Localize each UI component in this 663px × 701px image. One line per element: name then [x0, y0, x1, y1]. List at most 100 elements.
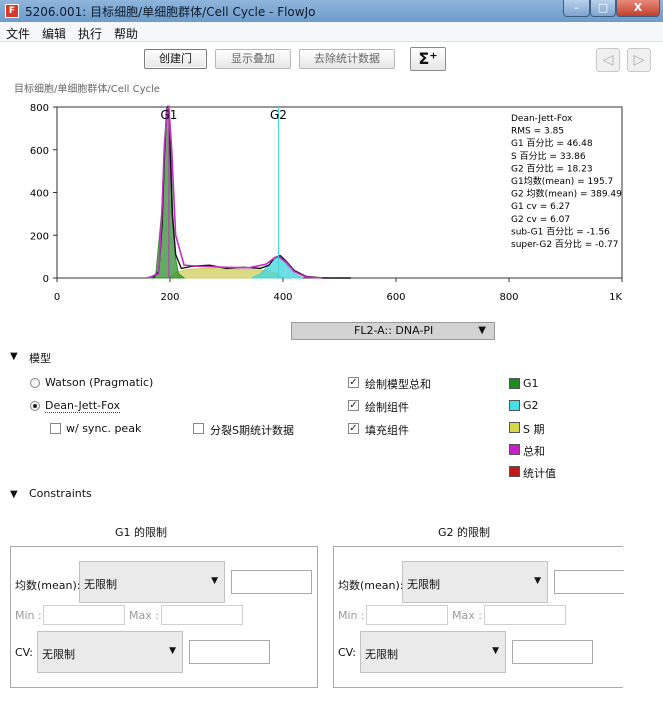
g1-min-label: Min :	[15, 609, 42, 622]
peak-label-g2: G2	[270, 108, 287, 122]
menu-bar: 文件 编辑 执行 帮助	[0, 22, 663, 42]
x-tick-label: 200	[160, 292, 179, 303]
legend-label: 总和	[523, 445, 545, 458]
g1-cv-input[interactable]	[189, 640, 270, 664]
plot-components-label: 绘制组件	[365, 401, 409, 414]
window-title: 5206.001: 目标细胞/单细胞群体/Cell Cycle - FlowJo	[25, 5, 316, 19]
flowjo-app-icon[interactable]: F	[5, 4, 19, 18]
g1-max-label: Max :	[129, 609, 159, 622]
x-tick-label: 1K	[609, 292, 622, 303]
fit-statistic-line: G2 cv = 6.07	[511, 215, 570, 225]
watson-model-label: Watson (Pragmatic)	[45, 376, 154, 389]
show-overlay-button[interactable]: 显示叠加	[215, 49, 291, 69]
legend-label: G1	[523, 377, 539, 390]
g1-constraints-panel: 均数(mean): 无限制 ▼ Min : Max : CV: 无限制 ▼	[10, 546, 318, 688]
legend-swatch	[509, 422, 520, 433]
constraints-section-toggle-icon[interactable]: ▼	[10, 489, 18, 500]
split-s-phase-label: 分裂S期统计数据	[210, 424, 294, 437]
x-axis-parameter-select[interactable]: FL2-A:: DNA-PI ▼	[291, 322, 495, 340]
g1-cv-label: CV:	[15, 646, 34, 659]
y-tick-label: 200	[30, 231, 49, 242]
g2-cv-label: CV:	[338, 646, 357, 659]
constraints-section-title: Constraints	[29, 487, 92, 500]
minimize-button[interactable]: –	[563, 0, 590, 17]
x-tick-label: 400	[273, 292, 292, 303]
g2-cv-value: 无限制	[365, 648, 398, 661]
fill-components-checkbox[interactable]: ✓	[348, 423, 359, 434]
create-gate-button[interactable]: 创建门	[144, 49, 207, 69]
g2-max-input[interactable]	[484, 605, 566, 625]
g1-min-input[interactable]	[43, 605, 125, 625]
g2-constraints-title: G2 的限制	[438, 526, 491, 539]
g2-max-label: Max :	[452, 609, 482, 622]
fit-statistic-line: super-G2 百分比 = -0.77	[511, 238, 618, 250]
chevron-down-icon: ▼	[534, 576, 541, 586]
watson-model-radio[interactable]	[30, 378, 40, 388]
fit-statistic-line: Dean-Jett-Fox	[511, 114, 573, 124]
close-button[interactable]: X	[616, 0, 660, 17]
g2-cv-input[interactable]	[512, 640, 593, 664]
add-statistic-sigma-button[interactable]: Σ⁺	[410, 47, 446, 71]
menu-help[interactable]: 帮助	[114, 25, 138, 42]
g2-mean-input[interactable]	[554, 570, 624, 594]
sync-peak-checkbox[interactable]	[50, 423, 61, 434]
g2-min-label: Min :	[338, 609, 365, 622]
legend-swatch	[509, 378, 520, 389]
g1-mean-value: 无限制	[84, 578, 117, 591]
menu-file[interactable]: 文件	[6, 25, 30, 42]
dropdown-arrow-icon: ▼	[478, 325, 486, 336]
fill-components-label: 填充组件	[365, 424, 409, 437]
y-tick-label: 600	[30, 146, 49, 157]
histogram-svg: G1 G2 0 200 400 600 800 0 200 400 600 800 1K Dean-Jet…	[30, 103, 623, 303]
maximize-button[interactable]: □	[590, 0, 616, 17]
legend-swatch	[509, 466, 520, 477]
fit-statistic-line: G2 百分比 = 18.23	[511, 162, 593, 174]
toolbar: 创建门 显示叠加 去除统计数据 Σ⁺ ◁ ▷	[0, 42, 663, 78]
menu-edit[interactable]: 编辑	[42, 25, 66, 42]
x-tick-label: 0	[54, 292, 60, 303]
previous-population-button[interactable]: ◁	[596, 48, 620, 72]
g1-cv-value: 无限制	[42, 648, 75, 661]
next-population-button[interactable]: ▷	[627, 48, 651, 72]
plot-components-checkbox[interactable]: ✓	[348, 400, 359, 411]
y-tick-label: 0	[43, 274, 49, 285]
model-section-toggle-icon[interactable]: ▼	[10, 351, 18, 362]
fit-statistic-line: G1 百分比 = 46.48	[511, 137, 593, 149]
fit-statistic-line: RMS = 3.85	[511, 127, 564, 137]
g2-min-input[interactable]	[366, 605, 448, 625]
dean-jett-fox-model-label: Dean-Jett-Fox	[45, 399, 120, 413]
chevron-down-icon: ▼	[211, 576, 218, 586]
peak-label-g1: G1	[160, 108, 177, 122]
fit-statistic-line: S 百分比 = 33.86	[511, 150, 586, 162]
g2-mean-dropdown[interactable]: 无限制 ▼	[402, 561, 548, 603]
chevron-down-icon: ▼	[492, 646, 499, 656]
g2-constraints-panel: 均数(mean): 无限制 ▼ Min : Max : CV: 无限制 ▼	[333, 546, 624, 688]
legend-label: S 期	[523, 423, 545, 436]
title-bar: F 5206.001: 目标细胞/单细胞群体/Cell Cycle - Flow…	[0, 0, 663, 23]
x-axis-parameter-value: FL2-A:: DNA-PI	[354, 324, 434, 337]
fit-statistic-line: G2 均数(mean) = 389.49	[511, 188, 622, 200]
legend-swatch	[509, 444, 520, 455]
g2-mean-value: 无限制	[407, 578, 440, 591]
plot-model-sum-checkbox[interactable]: ✓	[348, 377, 359, 388]
fit-statistic-line: sub-G1 百分比 = -1.56	[511, 225, 610, 237]
g1-mean-dropdown[interactable]: 无限制 ▼	[79, 561, 225, 603]
g2-mean-label: 均数(mean):	[338, 579, 404, 592]
menu-run[interactable]: 执行	[78, 25, 102, 42]
y-tick-label: 800	[30, 103, 49, 114]
dean-jett-fox-model-radio[interactable]	[30, 401, 40, 411]
g1-max-input[interactable]	[161, 605, 243, 625]
g1-mean-label: 均数(mean):	[15, 579, 81, 592]
remove-statistics-button[interactable]: 去除统计数据	[299, 49, 395, 69]
g1-cv-dropdown[interactable]: 无限制 ▼	[37, 631, 183, 673]
split-s-phase-checkbox[interactable]	[193, 423, 204, 434]
g1-mean-input[interactable]	[231, 570, 312, 594]
breadcrumb: 目标细胞/单细胞群体/Cell Cycle	[14, 84, 160, 95]
cell-cycle-chart: G1 G2 0 200 400 600 800 0 200 400 600 800 1K Dean-Jet…	[0, 95, 663, 315]
legend-label: 统计值	[523, 467, 556, 480]
legend-swatch	[509, 400, 520, 411]
plot-model-sum-label: 绘制模型总和	[365, 378, 431, 391]
model-section-title: 模型	[29, 352, 51, 365]
fit-statistic-line: G1均数(mean) = 195.7	[511, 175, 613, 187]
g2-cv-dropdown[interactable]: 无限制 ▼	[360, 631, 506, 673]
